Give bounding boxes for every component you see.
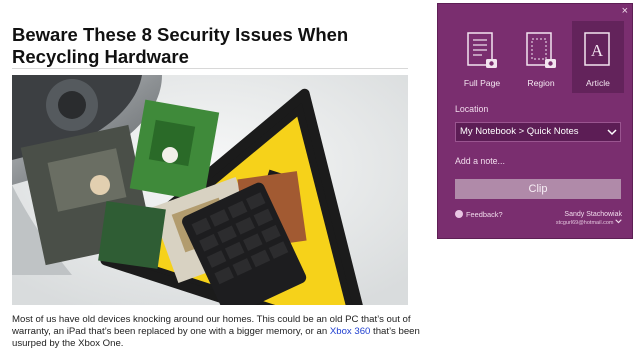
smiley-icon <box>455 210 463 218</box>
location-value: My Notebook > Quick Notes <box>460 126 579 137</box>
user-email-row: stcgurl69@hotmail.com <box>556 219 622 227</box>
svg-text:A: A <box>591 41 604 60</box>
hardware-warning-illustration <box>12 75 408 305</box>
user-email: stcgurl69@hotmail.com <box>555 220 614 226</box>
article-title: Beware These 8 Security Issues When Recy… <box>12 24 349 67</box>
add-note-field[interactable]: Add a note... <box>455 156 505 166</box>
onenote-clipper-panel: × Full Page Region A Article Location My… <box>437 3 633 239</box>
title-divider <box>12 68 408 69</box>
xbox-360-link[interactable]: Xbox 360 <box>330 326 371 337</box>
region-icon <box>526 32 556 68</box>
clip-mode-selector: Full Page Region A Article <box>456 21 626 93</box>
location-label: Location <box>455 104 489 114</box>
region-mode-button[interactable]: Region <box>515 21 567 93</box>
user-account-menu[interactable]: Sandy Stachowiak stcgurl69@hotmail.com <box>556 211 622 227</box>
article-hero-image <box>12 75 408 305</box>
clip-button[interactable]: Clip <box>455 179 621 199</box>
article-icon: A <box>584 32 610 66</box>
web-article: Beware These 8 Security Issues When Recy… <box>0 0 432 353</box>
chevron-down-icon <box>607 129 617 136</box>
article-label: Article <box>586 78 610 88</box>
region-label: Region <box>527 78 555 88</box>
article-mode-button[interactable]: A Article <box>572 21 624 93</box>
location-dropdown[interactable]: My Notebook > Quick Notes <box>455 122 621 142</box>
full-page-icon <box>467 32 497 68</box>
user-name: Sandy Stachowiak <box>564 211 622 218</box>
full-page-label: Full Page <box>463 78 501 88</box>
feedback-label: Feedback? <box>466 210 503 219</box>
full-page-mode-button[interactable]: Full Page <box>456 21 508 93</box>
feedback-link[interactable]: Feedback? <box>455 210 503 219</box>
chevron-down-icon <box>615 219 622 224</box>
close-button[interactable]: × <box>622 5 628 17</box>
article-paragraph: Most of us have old devices knocking aro… <box>12 314 424 350</box>
